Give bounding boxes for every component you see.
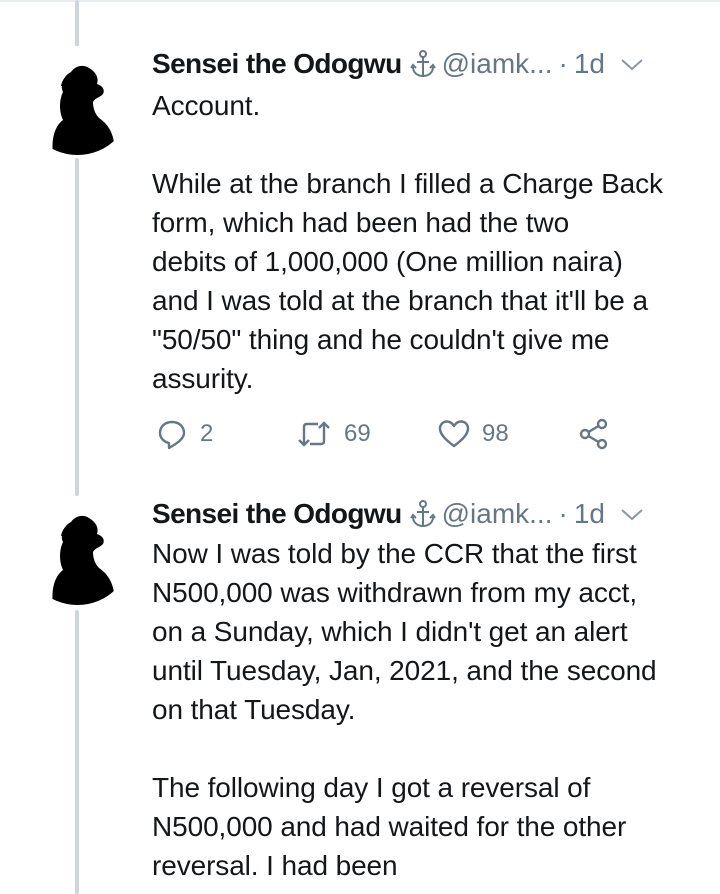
reply-icon: [156, 418, 188, 450]
anchor-icon: [409, 499, 436, 529]
text-line: The following day I got a reversal of: [152, 772, 591, 803]
tweet-header: Sensei the Odogwu @iamk... · 1d: [152, 494, 710, 534]
separator-dot: ·: [558, 498, 568, 529]
text-line: until Tuesday, Jan, 2021, and the second: [152, 655, 657, 686]
text-line: N500,000 and had waited for the other: [152, 811, 627, 842]
text-line: N500,000 was withdrawn from my acct,: [152, 577, 638, 608]
display-name[interactable]: Sensei the Odogwu: [152, 498, 402, 530]
text-line: on that Tuesday.: [152, 694, 356, 725]
top-divider: [0, 0, 720, 2]
tweet-actions: 2 69 98: [152, 412, 632, 456]
heart-icon: [438, 419, 470, 449]
avatar[interactable]: [23, 46, 132, 155]
text-line: assurity.: [152, 363, 254, 394]
tweet-text: Account. While at the branch I filled a …: [152, 86, 712, 398]
text-line: and I was told at the branch that it'll …: [152, 285, 648, 316]
user-handle[interactable]: @iamk...: [442, 48, 553, 80]
text-line: on a Sunday, which I didn't get an alert: [152, 616, 628, 647]
like-button[interactable]: 98: [438, 412, 509, 456]
tweet[interactable]: Sensei the Odogwu @iamk... · 1d Now I wa…: [0, 494, 720, 894]
timestamp[interactable]: 1d: [574, 498, 605, 530]
text-line: Account.: [152, 90, 261, 121]
anchor-icon: [409, 49, 436, 79]
chevron-down-icon[interactable]: [619, 505, 645, 523]
reply-button[interactable]: 2: [156, 412, 213, 456]
chevron-down-icon[interactable]: [619, 55, 645, 73]
text-line: debits of 1,000,000 (One million naira): [152, 246, 623, 277]
text-line: reversal. I had been: [152, 850, 398, 881]
tweet-header: Sensei the Odogwu @iamk... · 1d: [152, 44, 710, 84]
text-line: form, which had been had the two: [152, 207, 570, 238]
share-button[interactable]: [578, 412, 610, 456]
text-line: "50/50" thing and he couldn't give me: [152, 324, 610, 355]
share-icon: [578, 418, 610, 450]
user-handle[interactable]: @iamk...: [442, 498, 553, 530]
reply-count: 2: [200, 420, 214, 447]
thread-line-top: [75, 0, 79, 48]
like-count: 98: [482, 420, 509, 447]
timestamp[interactable]: 1d: [574, 48, 605, 80]
retweet-button[interactable]: 69: [296, 412, 371, 456]
retweet-count: 69: [344, 420, 371, 447]
avatar[interactable]: [23, 496, 132, 605]
tweet[interactable]: Sensei the Odogwu @iamk... · 1d Account.…: [0, 44, 720, 464]
retweet-icon: [296, 419, 332, 449]
text-line: Now I was told by the CCR that the first: [152, 538, 637, 569]
display-name[interactable]: Sensei the Odogwu: [152, 48, 402, 80]
tweet-text: Now I was told by the CCR that the first…: [152, 534, 712, 885]
text-line: While at the branch I filled a Charge Ba…: [152, 168, 663, 199]
separator-dot: ·: [558, 48, 568, 79]
